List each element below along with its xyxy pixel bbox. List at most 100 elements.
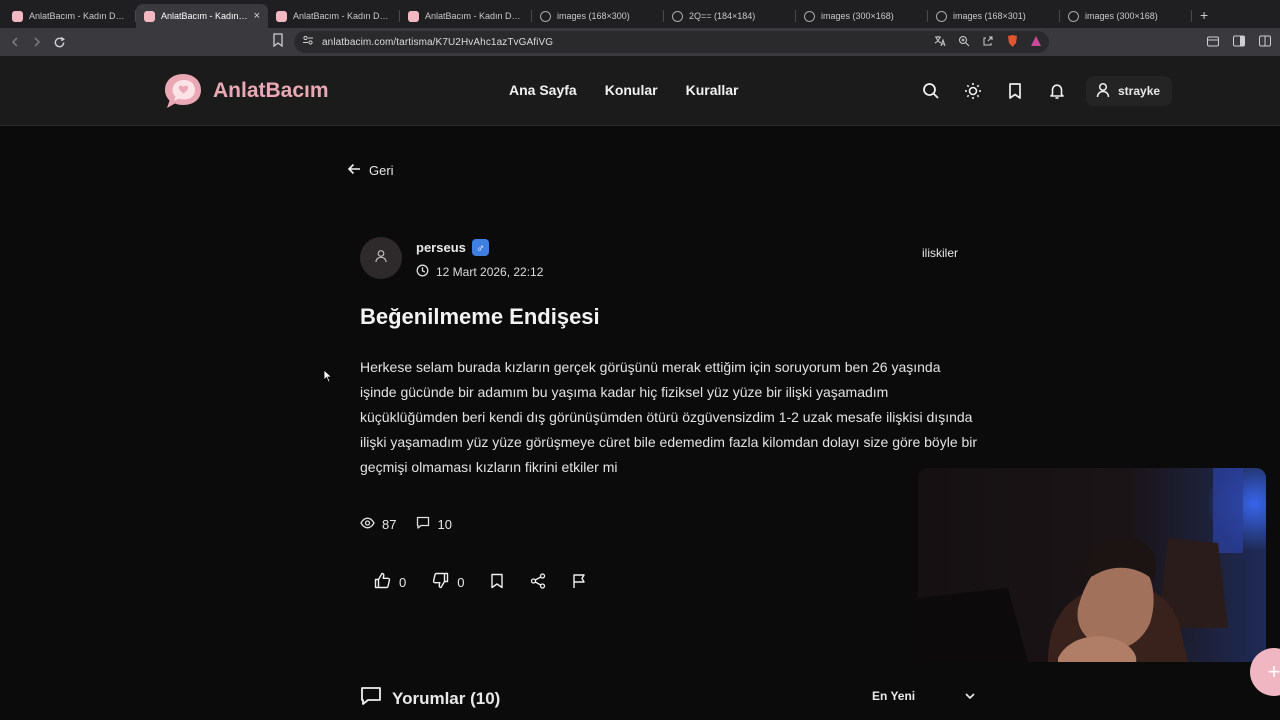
address-bar[interactable]: anlatbacim.com/tartisma/K7U2HvAhc1azTvGA… [294, 31, 1049, 53]
sort-selected-value: En Yeni [872, 689, 916, 703]
main-nav: Ana Sayfa Konular Kurallar [509, 82, 739, 98]
flag-icon [572, 573, 586, 592]
browser-tab[interactable]: images (300×168) [1060, 4, 1192, 28]
like-count: 0 [399, 574, 407, 590]
logo-text: AnlatBacım [213, 79, 329, 102]
split-view-icon[interactable] [1258, 34, 1272, 53]
chevron-down-icon [964, 689, 976, 703]
site-favicon-icon [12, 10, 23, 22]
post-actions: 0 0 [374, 572, 612, 592]
mouse-cursor-icon [323, 369, 333, 388]
sidebar-toggle-icon[interactable] [1232, 34, 1246, 53]
new-tab-button[interactable]: + [1200, 7, 1208, 23]
comments-heading: Yorumlar (10) [360, 686, 500, 711]
globe-icon [672, 10, 683, 22]
author-name[interactable]: perseus [416, 240, 466, 255]
tab-title: AnlatBacım - Kadın Destek [29, 11, 128, 21]
browser-toolbar: anlatbacim.com/tartisma/K7U2HvAhc1azTvGA… [0, 28, 1280, 56]
report-button[interactable] [572, 573, 586, 592]
browser-tab[interactable]: AnlatBacım - Kadın Destek [268, 4, 400, 28]
dislike-count: 0 [457, 574, 465, 590]
close-tab-icon[interactable]: × [254, 10, 260, 22]
comment-count: 10 [416, 516, 452, 532]
comments-heading-text: Yorumlar (10) [392, 688, 501, 708]
share-page-icon[interactable] [981, 34, 995, 48]
post-date: 12 Mart 2026, 22:12 [416, 264, 543, 280]
user-menu-button[interactable]: strayke [1086, 76, 1172, 106]
comment-sort-select[interactable]: En Yeni [872, 689, 976, 703]
browser-tab[interactable]: images (168×300) [532, 4, 664, 28]
browser-tab[interactable]: images (168×301) [928, 4, 1060, 28]
male-gender-icon: ♂ [471, 239, 489, 256]
bookmarks-icon[interactable] [1004, 80, 1026, 102]
theme-toggle-icon[interactable] [962, 80, 984, 102]
dislike-button[interactable]: 0 [432, 572, 464, 592]
logo-bubble-icon [163, 72, 203, 110]
webcam-feed-image [918, 468, 1266, 662]
comment-count-value: 10 [437, 516, 452, 532]
site-logo[interactable]: AnlatBacım [163, 72, 329, 110]
tab-separator [1191, 10, 1192, 22]
bookmark-icon [490, 573, 504, 592]
webcam-overlay [918, 468, 1266, 662]
user-icon [1096, 82, 1110, 101]
site-header: AnlatBacım Ana Sayfa Konular Kurallar st… [0, 56, 1280, 126]
view-count: 87 [360, 516, 396, 532]
post-body: Herkese selam burada kızların gerçek gör… [360, 359, 978, 475]
globe-icon [804, 10, 815, 22]
globe-icon [1068, 10, 1079, 22]
nav-rules[interactable]: Kurallar [686, 82, 739, 98]
search-icon[interactable] [920, 80, 942, 102]
back-label: Geri [369, 163, 394, 178]
site-favicon-icon [276, 10, 287, 22]
forward-nav-icon[interactable] [26, 31, 48, 53]
url-text: anlatbacim.com/tartisma/K7U2HvAhc1azTvGA… [322, 36, 554, 48]
bookmark-page-icon[interactable] [272, 33, 284, 52]
site-favicon-icon [408, 10, 419, 22]
nav-home[interactable]: Ana Sayfa [509, 82, 577, 98]
eye-icon [360, 517, 375, 532]
post-stats: 87 10 [360, 516, 452, 532]
tab-title: images (168×301) [953, 11, 1026, 21]
rewards-icon[interactable] [1029, 34, 1043, 48]
post-category[interactable]: iliskiler [922, 246, 958, 260]
thumbs-down-icon [432, 572, 449, 592]
tab-list: AnlatBacım - Kadın Destek AnlatBacım - Ka… [4, 0, 1192, 28]
post-author: perseus ♂ [416, 239, 489, 256]
nav-topics[interactable]: Konular [605, 82, 658, 98]
browser-tab[interactable]: images (300×168) [796, 4, 928, 28]
thumbs-up-icon [374, 572, 391, 592]
clock-icon [416, 264, 429, 280]
back-link[interactable]: Geri [347, 162, 394, 179]
globe-icon [936, 10, 947, 22]
brave-shield-icon[interactable] [1005, 34, 1019, 48]
browser-tab[interactable]: 2Q== (184×184) [664, 4, 796, 28]
browser-tab[interactable]: AnlatBacım - Kadın Destek [400, 4, 532, 28]
like-button[interactable]: 0 [374, 572, 406, 592]
browser-tab-strip: AnlatBacım - Kadın Destek AnlatBacım - Ka… [0, 0, 1280, 28]
wallet-icon[interactable] [1206, 34, 1220, 53]
globe-icon [540, 10, 551, 22]
browser-tab[interactable]: AnlatBacım - Kadın Destek [4, 4, 136, 28]
site-favicon-icon [144, 10, 155, 22]
comment-icon [416, 516, 430, 532]
user-icon [374, 249, 388, 268]
translate-icon[interactable] [933, 34, 947, 48]
author-avatar[interactable] [360, 237, 402, 279]
tab-title: images (300×168) [821, 11, 894, 21]
tab-title: AnlatBacım - Kadın Destek [161, 11, 250, 21]
username: strayke [1118, 84, 1161, 98]
tab-title: AnlatBacım - Kadın Destek [425, 11, 524, 21]
tab-title: images (168×300) [557, 11, 630, 21]
notifications-bell-icon[interactable] [1046, 80, 1068, 102]
back-nav-icon[interactable] [4, 31, 26, 53]
save-post-button[interactable] [490, 573, 504, 592]
share-button[interactable] [530, 572, 546, 592]
comments-icon [360, 686, 382, 711]
zoom-icon[interactable] [957, 34, 971, 48]
tab-title: AnlatBacım - Kadın Destek [293, 11, 392, 21]
reload-icon[interactable] [48, 31, 70, 53]
tab-title: images (300×168) [1085, 11, 1158, 21]
site-settings-icon[interactable] [302, 33, 314, 51]
browser-tab[interactable]: AnlatBacım - Kadın Destek × [136, 4, 268, 28]
